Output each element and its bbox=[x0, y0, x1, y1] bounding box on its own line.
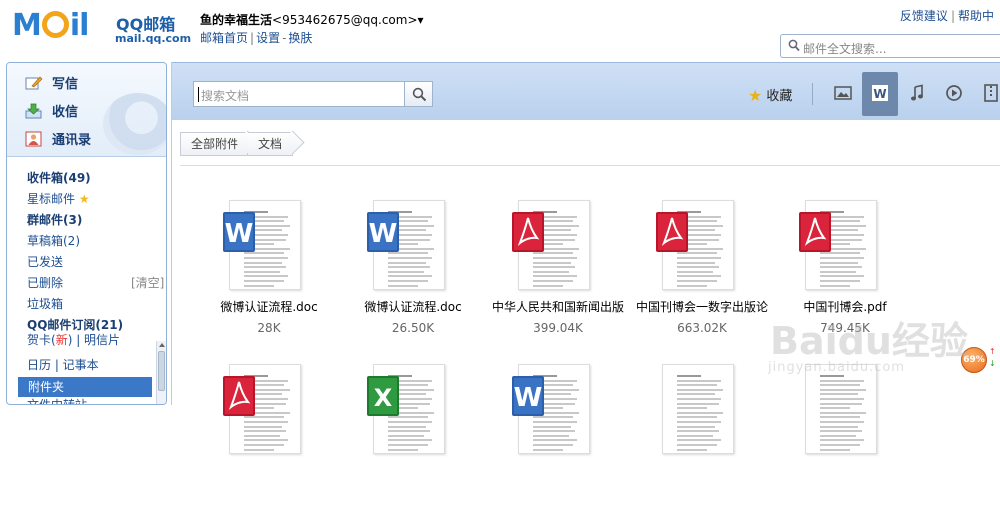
folder-deleted[interactable]: 已删除 [清空] bbox=[27, 273, 164, 293]
archive-view-icon bbox=[984, 84, 998, 102]
word-view-button[interactable]: W bbox=[862, 72, 898, 116]
file-size: 663.02K bbox=[677, 321, 727, 335]
word-file-icon: W bbox=[510, 374, 546, 418]
star-icon: ★ bbox=[78, 192, 90, 206]
down-arrow-icon: ↓ bbox=[989, 359, 996, 368]
music-view-icon bbox=[911, 84, 923, 101]
file-item[interactable] bbox=[770, 364, 910, 514]
video-view-icon bbox=[946, 85, 962, 101]
fulltext-search-input[interactable]: 邮件全文搜索... bbox=[780, 34, 1000, 58]
file-item[interactable] bbox=[194, 364, 334, 514]
svg-text:W: W bbox=[225, 219, 254, 249]
word-view-icon: W bbox=[872, 85, 888, 101]
write-icon bbox=[25, 76, 43, 90]
user-account[interactable]: 鱼的幸福生活<953462675@qq.com>▾ bbox=[200, 11, 424, 28]
folder-cards[interactable]: 贺卡(新) | 明信片 bbox=[27, 333, 120, 347]
user-links: 邮箱首页 | 设置 - 换肤 bbox=[200, 31, 313, 45]
file-size: 399.04K bbox=[533, 321, 583, 335]
empty-trash-link[interactable]: [清空] bbox=[131, 273, 164, 293]
folder-inbox[interactable]: 收件箱(49) bbox=[27, 168, 91, 188]
file-item[interactable]: 中华人民共和国新闻出版 399.04K bbox=[483, 200, 624, 350]
doc-search-button[interactable] bbox=[404, 81, 433, 107]
speed-widget[interactable]: 69% ↑ ↓ bbox=[961, 345, 1000, 375]
archive-view-button[interactable] bbox=[973, 72, 1000, 116]
file-item[interactable]: X bbox=[338, 364, 478, 514]
folder-attachments[interactable]: 附件夹 bbox=[18, 377, 152, 397]
file-name[interactable]: 中国刊博会.pdf bbox=[770, 298, 920, 315]
pdf-file-icon bbox=[654, 210, 690, 254]
receive-button[interactable]: 收信 bbox=[25, 101, 78, 123]
doc-search-input[interactable]: 搜索文档 bbox=[193, 81, 405, 107]
user-name: 鱼的幸福生活 bbox=[200, 13, 273, 27]
image-view-icon bbox=[834, 86, 852, 100]
file-name[interactable]: 中国刊博会一数字出版论 bbox=[627, 298, 777, 315]
file-item[interactable]: W 微博认证流程.doc 26.50K bbox=[338, 200, 478, 350]
favorites-button[interactable]: ★ 收藏 bbox=[748, 85, 792, 105]
contacts-button[interactable]: 通讯录 bbox=[25, 129, 91, 151]
file-name[interactable]: 微博认证流程.doc bbox=[194, 298, 344, 315]
word-file-icon: W bbox=[221, 210, 257, 254]
file-thumbnail[interactable] bbox=[805, 364, 877, 454]
left-navigation: 写信 收信 通讯录 收件箱(49) 星标邮件 ★ 群邮件(3) 草稿箱(2) 已… bbox=[6, 62, 167, 405]
folder-sent[interactable]: 已发送 bbox=[27, 252, 63, 272]
header: Mil QQ邮箱 mail.qq.com 鱼的幸福生活<953462675@qq… bbox=[0, 0, 1000, 62]
svg-text:W: W bbox=[873, 87, 886, 101]
search-icon bbox=[788, 39, 800, 52]
link-skin[interactable]: 换肤 bbox=[288, 31, 312, 45]
file-size: 28K bbox=[257, 321, 281, 335]
top-links: 反馈建议 | 帮助中 bbox=[899, 9, 994, 23]
logo-url-text: mail.qq.com bbox=[115, 32, 192, 45]
link-help[interactable]: 帮助中 bbox=[958, 9, 994, 23]
qq-mail-logo[interactable]: Mil QQ邮箱 mail.qq.com bbox=[12, 8, 191, 48]
folder-subscriptions[interactable]: QQ邮件订阅(21) bbox=[27, 315, 123, 335]
excel-file-icon: X bbox=[365, 374, 401, 418]
file-item[interactable] bbox=[627, 364, 767, 514]
folder-starred[interactable]: 星标邮件 ★ bbox=[27, 189, 90, 209]
quick-actions: 写信 收信 通讯录 bbox=[7, 63, 166, 157]
file-item[interactable]: W bbox=[483, 364, 623, 514]
word-file-icon: W bbox=[365, 210, 401, 254]
image-view-button[interactable] bbox=[825, 72, 861, 116]
link-feedback[interactable]: 反馈建议 bbox=[900, 9, 948, 23]
svg-text:W: W bbox=[369, 219, 398, 249]
link-settings[interactable]: 设置 bbox=[256, 31, 280, 45]
folder-spam[interactable]: 垃圾箱 bbox=[27, 294, 63, 314]
file-item[interactable]: W 微博认证流程.doc 28K bbox=[194, 200, 334, 350]
link-mail-home[interactable]: 邮箱首页 bbox=[200, 31, 248, 45]
file-size: 749.45K bbox=[820, 321, 870, 335]
folder-calendar-notes[interactable]: 日历 | 记事本 bbox=[27, 355, 99, 375]
file-item[interactable]: 中国刊博会.pdf 749.45K bbox=[770, 200, 910, 350]
penguin-decoration bbox=[103, 93, 166, 155]
star-icon: ★ bbox=[748, 86, 763, 105]
pdf-file-icon bbox=[797, 210, 833, 254]
search-icon bbox=[412, 87, 427, 102]
toolbar: 搜索文档 ★ 收藏 W bbox=[172, 62, 1000, 120]
file-item[interactable]: 中国刊博会一数字出版论 663.02K bbox=[627, 200, 768, 350]
folder-drafts[interactable]: 草稿箱(2) bbox=[27, 231, 80, 251]
logo-wordmark: Mil bbox=[12, 8, 89, 43]
pdf-file-icon bbox=[510, 210, 546, 254]
file-thumbnail[interactable] bbox=[662, 364, 734, 454]
account-dropdown-icon[interactable]: ▾ bbox=[418, 13, 424, 27]
video-view-button[interactable] bbox=[936, 72, 972, 116]
folder-group-mail[interactable]: 群邮件(3) bbox=[27, 210, 82, 230]
write-button[interactable]: 写信 bbox=[25, 73, 78, 95]
user-email: <953462675@qq.com> bbox=[272, 13, 418, 27]
nav-scrollbar[interactable] bbox=[156, 341, 166, 404]
svg-text:W: W bbox=[514, 383, 543, 413]
file-size: 26.50K bbox=[391, 321, 435, 335]
attachment-panel: 搜索文档 ★ 收藏 W 全部附件 文档 W 微博认证流程.doc 28K W 微博认证流程… bbox=[171, 62, 1000, 454]
file-name[interactable]: 微博认证流程.doc bbox=[338, 298, 488, 315]
doc-search-placeholder: 搜索文档 bbox=[201, 89, 250, 103]
receive-icon bbox=[25, 103, 42, 119]
file-name[interactable]: 中华人民共和国新闻出版 bbox=[483, 298, 633, 315]
up-arrow-icon: ↑ bbox=[989, 347, 996, 356]
music-view-button[interactable] bbox=[899, 72, 935, 116]
svg-text:X: X bbox=[374, 384, 393, 412]
fulltext-search-placeholder: 邮件全文搜索... bbox=[803, 42, 887, 56]
speed-percent: 69% bbox=[961, 347, 987, 373]
pdf-file-icon bbox=[221, 374, 257, 418]
contacts-icon bbox=[25, 131, 42, 147]
